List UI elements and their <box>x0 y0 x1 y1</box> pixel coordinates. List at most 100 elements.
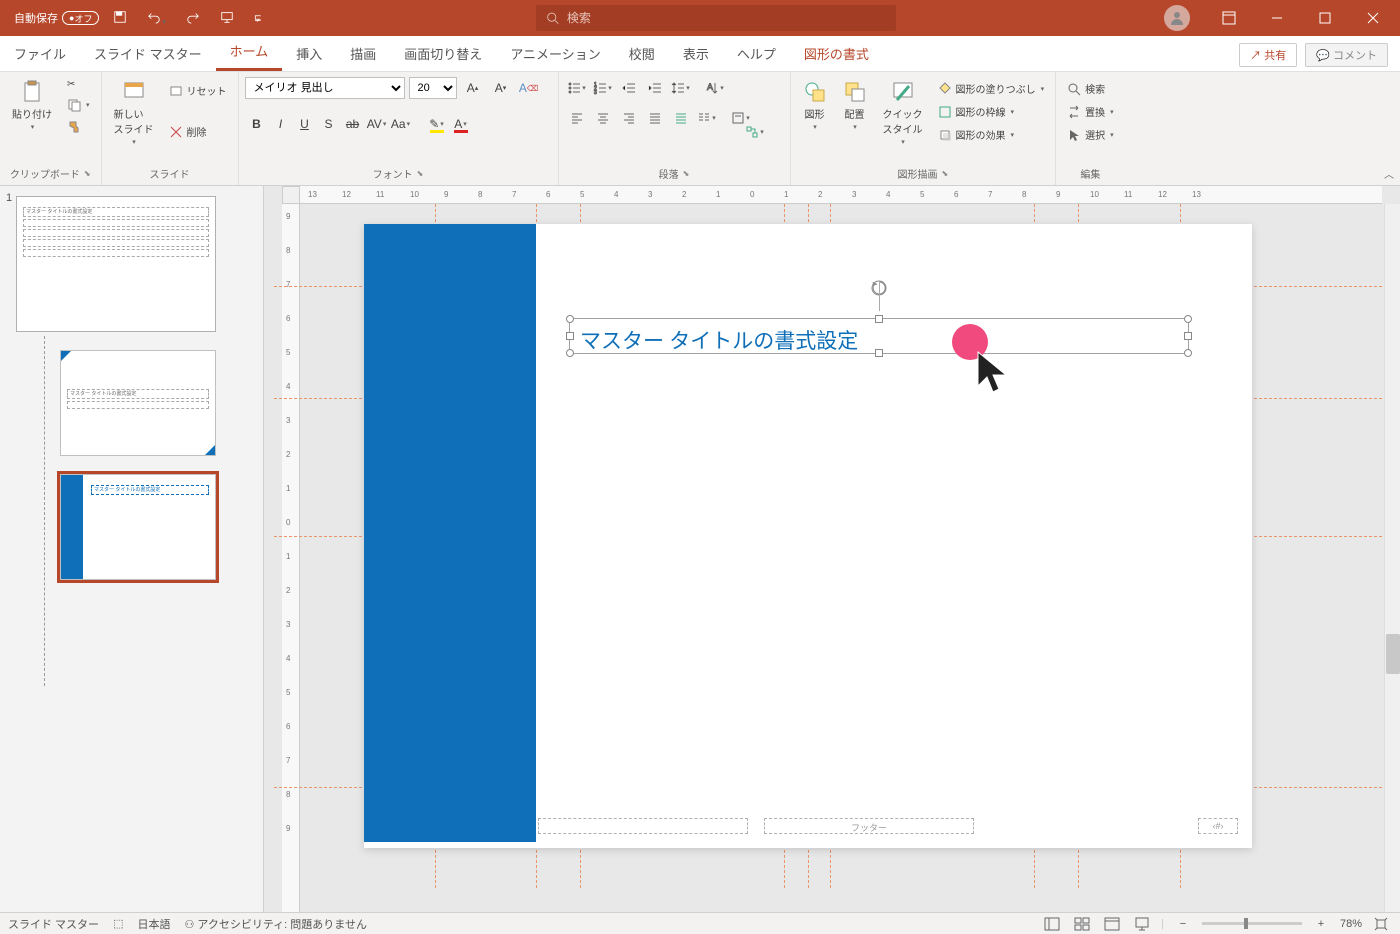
status-accessibility[interactable]: ⚇ アクセシビリティ: 問題ありません <box>184 916 367 932</box>
paragraph-launcher[interactable]: ⬊ <box>683 169 690 178</box>
select-button[interactable]: 選択▾ <box>1062 124 1119 145</box>
increase-font-button[interactable]: A▴ <box>461 76 485 100</box>
align-left-button[interactable] <box>565 106 589 130</box>
tab-shapeformat[interactable]: 図形の書式 <box>790 36 883 71</box>
blue-sidebar-shape[interactable] <box>364 224 536 842</box>
slide-panel[interactable]: 1 マスター タイトルの書式設定 マスター タイトルの書式設定 マスター タイト… <box>0 186 264 912</box>
clear-format-button[interactable]: A⌫ <box>517 76 541 100</box>
shape-fill-button[interactable]: 図形の塗りつぶし▾ <box>933 78 1050 99</box>
align-center-button[interactable] <box>591 106 615 130</box>
ruler-horizontal[interactable]: 13121110987654321012345678910111213 <box>300 186 1382 204</box>
line-spacing-button[interactable]: ▾ <box>669 76 693 100</box>
normal-view-button[interactable] <box>1041 915 1063 933</box>
reading-view-button[interactable] <box>1101 915 1123 933</box>
distribute-button[interactable] <box>669 106 693 130</box>
cut-button[interactable]: ✂ <box>62 76 95 93</box>
tab-review[interactable]: 校閲 <box>615 36 669 71</box>
decrease-indent-button[interactable] <box>617 76 641 100</box>
paste-button[interactable]: 貼り付け▾ <box>6 76 58 135</box>
zoom-slider[interactable] <box>1202 922 1302 925</box>
layout-thumbnail-1[interactable]: マスター タイトルの書式設定 <box>60 350 216 456</box>
delete-button[interactable]: 削除 <box>164 121 232 142</box>
find-button[interactable]: 検索 <box>1062 78 1119 99</box>
redo-button[interactable] <box>180 8 206 29</box>
canvas-area[interactable]: 13121110987654321012345678910111213 9876… <box>264 186 1400 912</box>
title-placeholder[interactable]: マスター タイトルの書式設定 <box>569 318 1189 354</box>
tab-insert[interactable]: 挿入 <box>282 36 336 71</box>
text-direction-button[interactable]: A▾ <box>703 76 727 100</box>
ribbon-display-button[interactable] <box>1206 0 1252 36</box>
comment-button[interactable]: 💬 コメント <box>1305 43 1388 67</box>
underline-button[interactable]: U <box>293 112 317 136</box>
tab-slidemaster[interactable]: スライド マスター <box>80 36 216 71</box>
layout-thumbnail-2[interactable]: マスター タイトルの書式設定 <box>60 474 216 580</box>
collapse-ribbon-button[interactable]: ︿ <box>1384 166 1394 181</box>
vertical-scrollbar[interactable] <box>1384 204 1400 912</box>
tab-help[interactable]: ヘルプ <box>723 36 790 71</box>
slideshow-start-icon[interactable] <box>214 8 240 29</box>
date-placeholder[interactable] <box>538 818 748 834</box>
font-name-select[interactable]: メイリオ 見出し <box>245 77 405 99</box>
columns-button[interactable]: ▾ <box>695 106 719 130</box>
font-size-select[interactable]: 20 <box>409 77 457 99</box>
align-right-button[interactable] <box>617 106 641 130</box>
font-color-button[interactable]: A▾ <box>449 112 473 136</box>
pagenum-placeholder[interactable]: ‹#› <box>1198 818 1238 834</box>
tab-animation[interactable]: アニメーション <box>496 36 614 71</box>
user-avatar[interactable] <box>1164 5 1190 31</box>
highlight-button[interactable]: ✎▾ <box>425 112 449 136</box>
arrange-button[interactable]: 配置▾ <box>837 76 873 135</box>
italic-button[interactable]: I <box>269 112 293 136</box>
undo-button[interactable]: ▾ <box>141 8 172 29</box>
close-button[interactable] <box>1350 0 1396 36</box>
drawing-launcher[interactable]: ⬊ <box>941 169 948 178</box>
slideshow-view-button[interactable] <box>1131 915 1153 933</box>
bullets-button[interactable]: ▾ <box>565 76 589 100</box>
char-spacing-button[interactable]: AV▾ <box>365 112 389 136</box>
maximize-button[interactable] <box>1302 0 1348 36</box>
status-spellcheck-icon[interactable]: ⬚ <box>113 917 123 930</box>
tab-home[interactable]: ホーム <box>216 33 283 71</box>
slide[interactable]: マスター タイトルの書式設定 フッター ‹#› <box>364 224 1252 848</box>
format-painter-button[interactable] <box>62 117 95 137</box>
bold-button[interactable]: B <box>245 112 269 136</box>
reset-button[interactable]: リセット <box>164 80 232 101</box>
numbering-button[interactable]: 123▾ <box>591 76 615 100</box>
decrease-font-button[interactable]: A▾ <box>489 76 513 100</box>
save-icon[interactable] <box>107 8 133 29</box>
shape-effects-button[interactable]: 図形の効果▾ <box>933 124 1050 145</box>
sorter-view-button[interactable] <box>1071 915 1093 933</box>
replace-button[interactable]: 置換▾ <box>1062 101 1119 122</box>
copy-button[interactable]: ▾ <box>62 95 95 115</box>
justify-button[interactable] <box>643 106 667 130</box>
zoom-level[interactable]: 78% <box>1340 918 1362 930</box>
new-slide-button[interactable]: 新しい スライド▾ <box>108 76 160 150</box>
tab-draw[interactable]: 描画 <box>336 36 390 71</box>
status-lang[interactable]: 日本語 <box>137 916 170 932</box>
scrollbar-thumb[interactable] <box>1386 634 1400 674</box>
shape-outline-button[interactable]: 図形の枠線▾ <box>933 101 1050 122</box>
strike-button[interactable]: ab <box>341 112 365 136</box>
increase-indent-button[interactable] <box>643 76 667 100</box>
shadow-button[interactable]: S <box>317 112 341 136</box>
change-case-button[interactable]: Aa▾ <box>389 112 413 136</box>
quickstyle-button[interactable]: クイック スタイル▾ <box>877 76 929 150</box>
minimize-button[interactable] <box>1254 0 1300 36</box>
tab-file[interactable]: ファイル <box>0 36 80 71</box>
clipboard-launcher[interactable]: ⬊ <box>84 169 91 178</box>
tab-transition[interactable]: 画面切り替え <box>390 36 496 71</box>
autosave-toggle[interactable]: 自動保存 ● オフ <box>14 10 99 26</box>
fit-button[interactable] <box>1370 915 1392 933</box>
zoom-out-button[interactable]: − <box>1172 915 1194 933</box>
smartart-button[interactable]: ▾ <box>743 120 767 144</box>
master-thumbnail[interactable]: マスター タイトルの書式設定 <box>16 196 216 332</box>
search-box[interactable] <box>536 5 896 31</box>
status-mode[interactable]: スライド マスター <box>8 916 99 932</box>
shapes-button[interactable]: 図形▾ <box>797 76 833 135</box>
font-launcher[interactable]: ⬊ <box>417 169 424 178</box>
qat-customize[interactable]: ⋤ <box>248 11 268 26</box>
zoom-in-button[interactable]: + <box>1310 915 1332 933</box>
tab-view[interactable]: 表示 <box>669 36 723 71</box>
ruler-vertical[interactable]: 9876543210123456789 <box>282 204 300 912</box>
footer-placeholder[interactable]: フッター <box>764 818 974 834</box>
